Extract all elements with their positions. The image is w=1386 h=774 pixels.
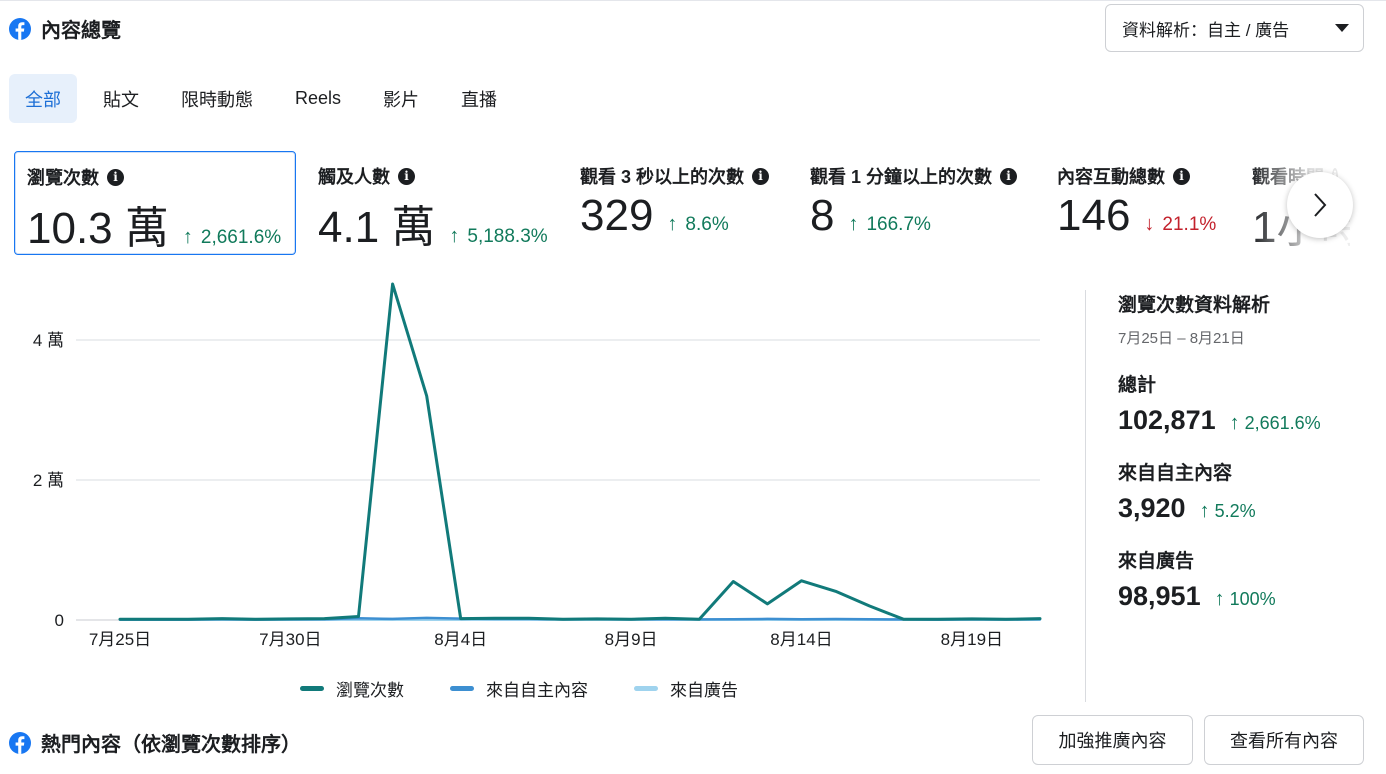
metric-change: ↑ 8.6% bbox=[667, 213, 729, 235]
metric-card-engagement[interactable]: 內容互動總數 i 146 ↓ 21.1% bbox=[1045, 151, 1235, 255]
top-content-title-text: 熱門內容（依瀏覽次數排序） bbox=[41, 734, 301, 756]
panel-date-range: 7月25日 – 8月21日 bbox=[1118, 330, 1245, 347]
y-tick-label: 0 bbox=[55, 611, 64, 630]
tab-videos[interactable]: 影片 bbox=[367, 74, 435, 123]
caret-down-icon bbox=[1335, 24, 1349, 32]
metric-change: ↑ 2,661.6% bbox=[182, 226, 282, 248]
metric-label: 觀看 3 秒以上的次數 bbox=[580, 167, 745, 187]
views-breakdown-panel: 瀏覽次數資料解析 7月25日 – 8月21日 總計 102,871 ↑ 2,66… bbox=[1118, 290, 1378, 612]
arrow-up-icon: ↑ bbox=[449, 225, 460, 247]
x-tick-label: 7月30日 bbox=[259, 630, 321, 649]
metric-card-3s-views[interactable]: 觀看 3 秒以上的次數 i 329 ↑ 8.6% bbox=[568, 151, 790, 255]
panel-divider bbox=[1085, 290, 1086, 702]
tab-live[interactable]: 直播 bbox=[445, 74, 513, 123]
facebook-icon bbox=[9, 17, 31, 40]
tab-reels[interactable]: Reels bbox=[279, 74, 357, 123]
panel-ads-change: ↑ 100% bbox=[1214, 588, 1276, 610]
metric-value: 10.3 萬 bbox=[27, 204, 169, 253]
arrow-up-icon: ↑ bbox=[1214, 588, 1225, 610]
metric-card-reach[interactable]: 觸及人數 i 4.1 萬 ↑ 5,188.3% bbox=[306, 151, 556, 255]
panel-organic-change: ↑ 5.2% bbox=[1199, 500, 1256, 522]
metric-carousel: 瀏覽次數 i 10.3 萬 ↑ 2,661.6% 觸及人數 i 4.1 萬 ↑ 5,… bbox=[14, 151, 1354, 257]
info-icon[interactable]: i bbox=[107, 168, 124, 186]
metric-label: 觸及人數 bbox=[318, 167, 390, 187]
metric-change: ↑ 5,188.3% bbox=[449, 225, 548, 247]
info-icon[interactable]: i bbox=[752, 167, 770, 185]
legend-item-views[interactable]: 瀏覽次數 bbox=[300, 676, 404, 701]
metric-value: 8 bbox=[810, 191, 835, 240]
content-type-tabs: 全部 貼文 限時動態 Reels 影片 直播 bbox=[9, 74, 523, 123]
metric-label: 觀看 1 分鐘以上的次數 bbox=[810, 167, 993, 187]
tab-stories[interactable]: 限時動態 bbox=[165, 74, 269, 123]
panel-organic: 來自自主內容 3,920 ↑ 5.2% bbox=[1118, 463, 1256, 523]
panel-total-change: ↑ 2,661.6% bbox=[1229, 412, 1321, 434]
arrow-up-icon: ↑ bbox=[667, 213, 678, 235]
x-tick-label: 8月14日 bbox=[770, 630, 832, 649]
overview-title: 內容總覽 bbox=[9, 14, 121, 43]
metric-card-1min-views[interactable]: 觀看 1 分鐘以上的次數 i 8 ↑ 166.7% bbox=[798, 151, 1034, 255]
panel-ads-value: 98,951 bbox=[1118, 581, 1201, 611]
arrow-up-icon: ↑ bbox=[848, 213, 859, 235]
arrow-down-icon: ↓ bbox=[1144, 213, 1155, 235]
boost-content-button[interactable]: 加強推廣內容 bbox=[1032, 715, 1193, 765]
legend-item-ads[interactable]: 來自廣告 bbox=[634, 676, 738, 701]
x-tick-label: 8月9日 bbox=[605, 630, 658, 649]
metric-card-views[interactable]: 瀏覽次數 i 10.3 萬 ↑ 2,661.6% bbox=[14, 151, 296, 255]
breakdown-select[interactable]: 資料解析：自主 / 廣告 bbox=[1105, 4, 1364, 52]
tab-posts[interactable]: 貼文 bbox=[87, 74, 155, 123]
views-line-chart: 0 2 萬 4 萬 7月25日 7月30日 8月4日 8月9日 8月14日 8月19日 bbox=[33, 282, 1042, 649]
panel-total-value: 102,871 bbox=[1118, 405, 1216, 435]
metric-label: 內容互動總數 bbox=[1057, 167, 1165, 187]
arrow-up-icon: ↑ bbox=[1199, 500, 1210, 522]
legend-swatch bbox=[634, 686, 658, 691]
info-icon[interactable]: i bbox=[398, 167, 415, 185]
y-tick-label: 4 萬 bbox=[33, 331, 64, 350]
arrow-up-icon: ↑ bbox=[182, 226, 193, 248]
overview-title-text: 內容總覽 bbox=[41, 20, 121, 42]
metric-value: 146 bbox=[1057, 191, 1131, 240]
x-tick-label: 8月19日 bbox=[941, 630, 1003, 649]
info-icon[interactable]: i bbox=[1173, 167, 1190, 185]
x-tick-label: 8月4日 bbox=[434, 630, 487, 649]
chevron-right-icon bbox=[1314, 193, 1327, 217]
metric-label: 瀏覽次數 bbox=[27, 168, 99, 188]
metric-value: 4.1 萬 bbox=[318, 203, 436, 252]
view-all-content-button[interactable]: 查看所有內容 bbox=[1204, 715, 1364, 765]
facebook-icon bbox=[9, 731, 31, 754]
legend-swatch bbox=[450, 686, 474, 691]
info-icon[interactable]: i bbox=[1000, 167, 1018, 185]
series-line-views bbox=[118, 282, 1042, 621]
metric-value: 329 bbox=[580, 191, 654, 240]
breakdown-select-value: 資料解析：自主 / 廣告 bbox=[1122, 20, 1290, 40]
panel-total: 總計 102,871 ↑ 2,661.6% bbox=[1118, 375, 1321, 435]
tab-all[interactable]: 全部 bbox=[9, 74, 77, 123]
top-content-title: 熱門內容（依瀏覽次數排序） bbox=[9, 728, 301, 757]
panel-ads: 來自廣告 98,951 ↑ 100% bbox=[1118, 551, 1276, 611]
legend-swatch bbox=[300, 686, 324, 691]
y-tick-label: 2 萬 bbox=[33, 471, 64, 490]
arrow-up-icon: ↑ bbox=[1229, 412, 1240, 434]
chart-legend: 瀏覽次數 來自自主內容 來自廣告 bbox=[300, 676, 738, 701]
top-border bbox=[0, 0, 1386, 3]
legend-item-organic[interactable]: 來自自主內容 bbox=[450, 676, 588, 701]
panel-title: 瀏覽次數資料解析 bbox=[1118, 295, 1271, 316]
carousel-next-button[interactable] bbox=[1287, 172, 1353, 238]
metric-change: ↑ 166.7% bbox=[848, 213, 931, 235]
x-tick-label: 7月25日 bbox=[89, 630, 151, 649]
panel-organic-value: 3,920 bbox=[1118, 493, 1186, 523]
metric-change: ↓ 21.1% bbox=[1144, 213, 1217, 235]
